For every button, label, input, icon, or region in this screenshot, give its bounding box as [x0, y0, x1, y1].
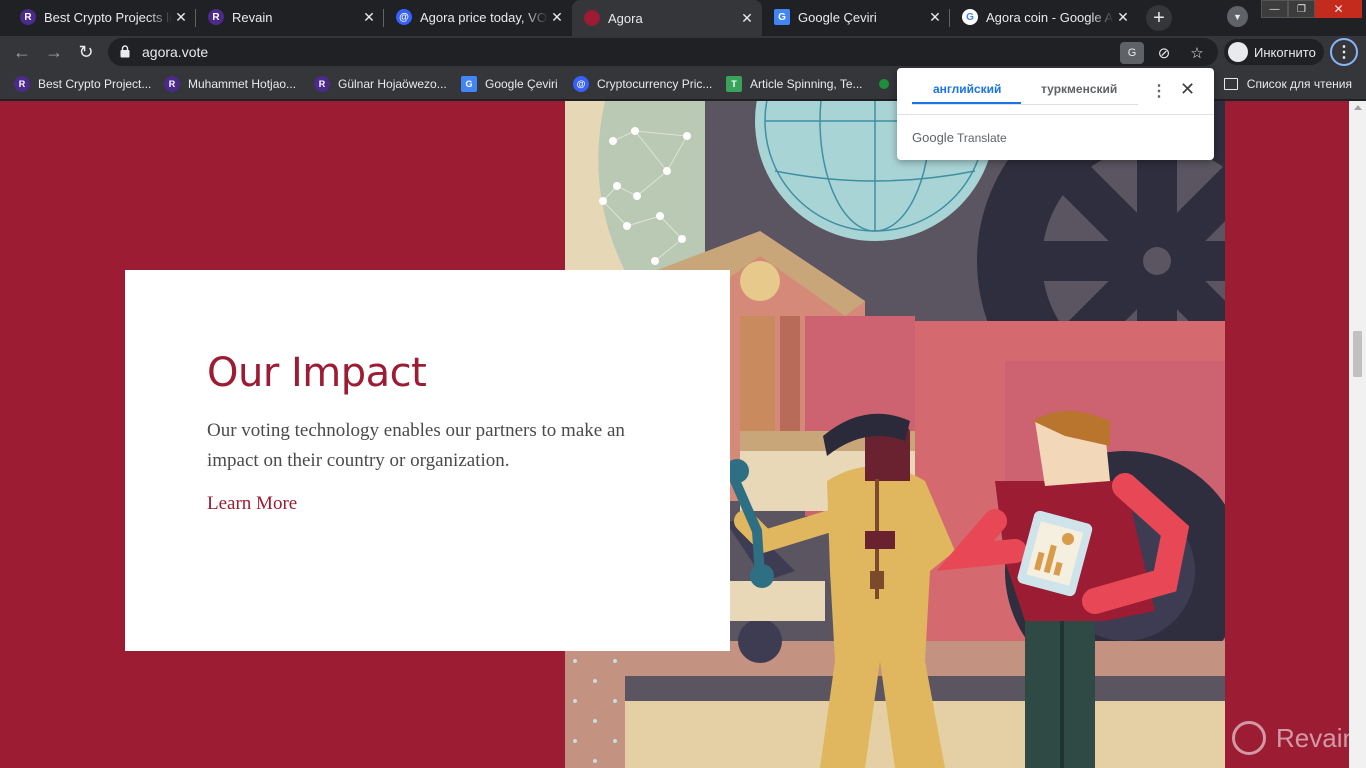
bookmark-label: Cryptocurrency Pric...: [597, 77, 713, 91]
window-controls: — ❐ ✕: [1261, 0, 1362, 20]
source-language-tab[interactable]: английский: [933, 82, 1001, 96]
brand-google: Google: [912, 130, 954, 145]
scrollbar-thumb[interactable]: [1353, 331, 1362, 377]
url-text: agora.vote: [142, 44, 209, 60]
section-description: Our voting technology enables our partne…: [207, 420, 625, 471]
close-icon[interactable]: ✕: [172, 8, 190, 26]
tab-search-icon[interactable]: ▼: [1227, 6, 1248, 27]
reading-list-icon: [1223, 78, 1238, 90]
bookmark-star-icon[interactable]: ☆: [1186, 42, 1208, 64]
toolbar: ← → ↻ agora.vote G ⊘ ☆ Инкогнито ⋮: [0, 36, 1366, 68]
tab-agora-price[interactable]: @ Agora price today, VOTE ✕: [384, 0, 572, 34]
bookmark-item[interactable]: R Gülnar Hojaöwezo...: [314, 75, 447, 93]
bookmark-item[interactable]: R Best Crypto Project...: [14, 75, 151, 93]
close-icon[interactable]: ✕: [360, 8, 378, 26]
agora-icon: [584, 10, 600, 26]
close-icon[interactable]: ✕: [738, 9, 756, 27]
page-scrollbar[interactable]: [1349, 101, 1366, 768]
watermark-text: Revain: [1276, 722, 1349, 753]
tab-revain[interactable]: R Revain ✕: [196, 0, 384, 34]
tab-title: Best Crypto Projects list: [44, 9, 172, 25]
translate-popup: английский туркменский ⋮ ✕ Google Transl…: [897, 68, 1214, 160]
popup-divider: [897, 114, 1214, 115]
translate-page-icon[interactable]: G: [1120, 42, 1144, 64]
bookmark-item[interactable]: R Muhammet Hotjao...: [164, 75, 296, 93]
bookmark-item[interactable]: G Google Çeviri: [461, 75, 558, 93]
revain-icon: R: [164, 76, 180, 92]
tab-agora[interactable]: Agora ✕: [572, 0, 762, 36]
tab-title: Agora price today, VOTE: [420, 9, 548, 25]
more-options-icon[interactable]: ⋮: [1151, 81, 1167, 101]
lock-icon: [120, 45, 130, 58]
revain-icon: R: [208, 9, 224, 25]
revain-icon: R: [14, 76, 30, 92]
revain-logo-icon: [1232, 721, 1266, 755]
new-tab-button[interactable]: +: [1146, 5, 1172, 31]
address-bar[interactable]: agora.vote G ⊘ ☆: [108, 38, 1218, 66]
language-tab-divider: [912, 104, 1138, 105]
tab-best-crypto[interactable]: R Best Crypto Projects list ✕: [8, 0, 196, 34]
tab-title: Agora coin - Google Ara: [986, 9, 1114, 25]
revain-icon: R: [20, 9, 36, 25]
coinmarket-icon: @: [573, 76, 589, 92]
reading-list-button[interactable]: Список для чтения: [1223, 75, 1352, 93]
bookmark-item-overflow[interactable]: [879, 75, 889, 93]
google-icon: G: [962, 9, 978, 25]
bookmark-label: Google Çeviri: [485, 77, 558, 91]
close-icon[interactable]: ✕: [926, 8, 944, 26]
incognito-indicator[interactable]: Инкогнито: [1224, 39, 1324, 65]
learn-more-link[interactable]: Learn More: [207, 493, 297, 515]
forward-icon[interactable]: →: [42, 40, 66, 64]
reload-icon[interactable]: ↻: [74, 40, 98, 64]
menu-icon[interactable]: ⋮: [1330, 38, 1358, 66]
bookmark-label: Muhammet Hotjao...: [188, 77, 297, 91]
close-icon[interactable]: ✕: [1114, 8, 1132, 26]
target-language-tab[interactable]: туркменский: [1041, 82, 1117, 96]
coinmarket-icon: @: [396, 9, 412, 25]
bookmark-item[interactable]: @ Cryptocurrency Pric...: [573, 75, 712, 93]
active-language-indicator: [912, 102, 1021, 104]
back-icon[interactable]: ←: [10, 40, 34, 64]
reading-list-label: Список для чтения: [1246, 77, 1352, 91]
scroll-up-arrow-icon[interactable]: [1354, 105, 1362, 110]
bookmark-label: Gülnar Hojaöwezo...: [338, 77, 447, 91]
bookmark-item[interactable]: T Article Spinning, Te...: [726, 75, 863, 93]
google-translate-brand: Google Translate: [912, 130, 1007, 145]
tab-strip: R Best Crypto Projects list ✕ R Revain ✕…: [0, 0, 1366, 36]
incognito-icon: [1228, 42, 1248, 62]
window-close-button[interactable]: ✕: [1315, 0, 1362, 18]
minimize-button[interactable]: —: [1261, 0, 1288, 18]
section-title: Our Impact: [207, 350, 427, 396]
revain-watermark: Revain: [1232, 721, 1349, 755]
bookmark-icon: [879, 79, 889, 89]
tab-google-search[interactable]: G Agora coin - Google Ara ✕: [950, 0, 1138, 34]
revain-icon: R: [314, 76, 330, 92]
tab-google-translate[interactable]: G Google Çeviri ✕: [762, 0, 950, 34]
page-viewport: Our Impact Our voting technology enables…: [0, 101, 1349, 768]
restore-button[interactable]: ❐: [1288, 0, 1315, 18]
tab-title: Agora: [608, 10, 643, 26]
close-icon[interactable]: ✕: [1180, 79, 1195, 100]
bookmark-label: Best Crypto Project...: [38, 77, 152, 91]
tab-title: Revain: [232, 9, 273, 25]
google-translate-icon: G: [774, 9, 790, 25]
incognito-label: Инкогнито: [1254, 44, 1316, 60]
spinner-icon: T: [726, 76, 742, 92]
bookmark-label: Article Spinning, Te...: [750, 77, 863, 91]
eye-off-icon[interactable]: ⊘: [1153, 42, 1175, 64]
google-translate-icon: G: [461, 76, 477, 92]
impact-card: Our Impact Our voting technology enables…: [125, 270, 730, 651]
close-icon[interactable]: ✕: [548, 8, 566, 26]
tab-title: Google Çeviri: [798, 9, 877, 25]
brand-translate: Translate: [957, 131, 1007, 145]
